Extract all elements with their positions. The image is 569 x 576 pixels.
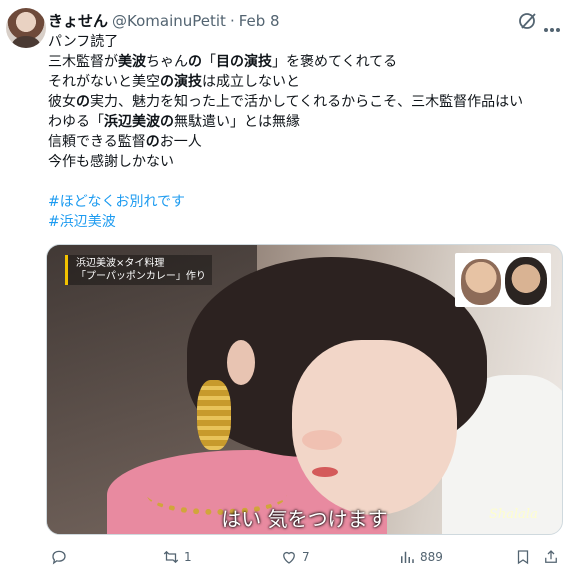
tweet-text-segment: それがないと美空: [48, 74, 160, 90]
like-icon: [283, 551, 295, 564]
tweet-text-segment: 三木監督が: [48, 54, 118, 70]
like-count: 7: [302, 550, 310, 564]
share-icon: [545, 550, 557, 563]
tweet-text-line: 彼女の実力、魅力を知った上で活かしてくれるからこそ、三木監督作品はい: [48, 92, 563, 112]
like-button[interactable]: 7: [280, 546, 310, 568]
tweet-media-image[interactable]: 浜辺美波×タイ料理 「プーパッポンカレー」作り はい 気をつけます Shalal…: [46, 244, 563, 535]
author-handle[interactable]: @KomainuPetit: [112, 12, 226, 30]
tweet-text-segment: ちゃん: [146, 54, 188, 70]
tweet-text-segment: お一人: [159, 134, 202, 150]
media-watermark: Shalala: [489, 507, 538, 522]
tweet-text-segment: 美波: [118, 54, 146, 70]
tweet-text-segment: わゆる「: [48, 114, 104, 130]
header-separator: ·: [229, 12, 235, 30]
media-cheek: [302, 430, 342, 450]
tweet-text-segment: の: [145, 134, 160, 150]
media-lips: [312, 467, 338, 477]
inset-person: [461, 259, 501, 305]
tweet-text-line: 今作も感謝しかない: [48, 152, 563, 172]
tweet-text-line: パンフ読了: [48, 32, 563, 52]
media-face: [292, 340, 457, 515]
tweet-text-segment: 浜辺美波の: [104, 114, 174, 130]
retweet-count: 1: [184, 550, 192, 564]
tweet-actions: 1 7 889: [46, 546, 563, 568]
retweet-icon: [163, 550, 179, 564]
views-button[interactable]: 889: [398, 546, 443, 568]
hashtag-link[interactable]: #浜辺美波: [48, 212, 563, 232]
media-caption-line: 浜辺美波×タイ料理: [76, 258, 165, 269]
retweet-button[interactable]: 1: [162, 546, 192, 568]
reply-icon: [52, 550, 66, 565]
media-ear: [227, 340, 255, 385]
tweet-text-segment: パンフ読了: [48, 34, 119, 50]
tweet-text-segment: 彼女: [48, 94, 76, 110]
media-inset-window: [455, 253, 551, 307]
tweet-text-segment: 目の演技: [216, 54, 272, 70]
media-subtitle: はい 気をつけます: [221, 507, 388, 531]
tweet-text-segment: の: [188, 54, 202, 70]
reply-button[interactable]: [50, 546, 72, 568]
grok-icon[interactable]: [518, 11, 538, 31]
media-earring: [197, 380, 231, 450]
media-caption: 浜辺美波×タイ料理 「プーパッポンカレー」作り: [65, 255, 212, 285]
more-icon[interactable]: [544, 17, 562, 32]
bookmark-button[interactable]: [514, 546, 532, 568]
tweet-header: きょせん @KomainuPetit · Feb 8: [48, 10, 280, 31]
tweet-text-segment: 信頼できる監督: [48, 134, 146, 150]
tweet-text-segment: 実力、魅力を知った上で活かしてくれるからこそ、三木監督作品はい: [90, 94, 524, 110]
tweet-text-segment: 無駄遣い」とは無縁: [174, 114, 300, 130]
share-button[interactable]: [542, 546, 560, 568]
inset-person: [505, 257, 547, 305]
avatar-figure: [12, 36, 40, 48]
tweet-text-line: それがないと美空の演技は成立しないと: [48, 72, 563, 92]
tweet-date[interactable]: Feb 8: [239, 12, 280, 30]
bookmark-icon: [517, 550, 529, 565]
tweet-text-line: 信頼できる監督のお一人: [48, 132, 563, 152]
tweet-text-segment: 今作も感謝しかない: [48, 154, 174, 170]
author-avatar[interactable]: [6, 8, 46, 48]
media-caption-line: 「プーパッポンカレー」作り: [76, 271, 206, 282]
view-count: 889: [420, 550, 443, 564]
tweet-text-segment: 「: [202, 54, 216, 70]
tweet-text-line: 三木監督が美波ちゃんの「目の演技」を褒めてくれてる: [48, 52, 563, 72]
views-icon: [401, 551, 414, 563]
tweet-body: パンフ読了 三木監督が美波ちゃんの「目の演技」を褒めてくれてる それがないと美空の演…: [48, 32, 563, 172]
tweet-text-segment: は成立しないと: [202, 74, 300, 90]
tweet-text-segment: の: [76, 94, 90, 110]
tweet-text-segment: の演技: [160, 74, 202, 90]
hashtag-link[interactable]: #ほどなくお別れです: [48, 192, 563, 212]
author-display-name[interactable]: きょせん: [48, 10, 108, 31]
tweet-text-line: わゆる「浜辺美波の無駄遣い」とは無縁: [48, 112, 563, 132]
tweet-text: パンフ読了 三木監督が美波ちゃんの「目の演技」を褒めてくれてる それがないと美空の演…: [48, 32, 563, 232]
tweet-text-segment: 」を褒めてくれてる: [272, 54, 398, 70]
